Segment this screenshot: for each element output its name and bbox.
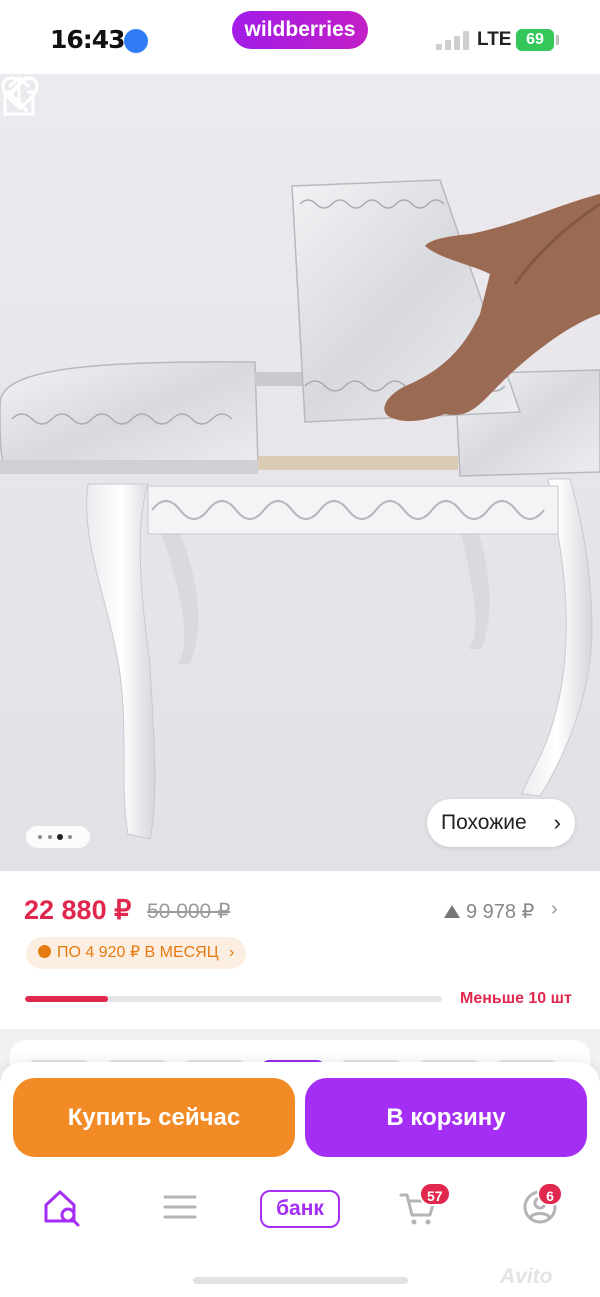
old-price: 50 000 ₽ — [147, 900, 231, 923]
battery-tip — [556, 35, 559, 45]
menu-icon — [163, 1195, 197, 1219]
add-to-cart-button[interactable]: В корзину — [305, 1078, 587, 1157]
price-history-link[interactable]: 9 978 ₽ — [444, 899, 534, 924]
share-icon[interactable] — [0, 74, 38, 118]
similar-button[interactable]: Похожие › — [427, 799, 575, 847]
battery-icon: 69 — [516, 29, 554, 51]
similar-label: Похожие — [441, 811, 527, 834]
installment-label: ПО 4 920 ₽ В МЕСЯЦ — [57, 944, 219, 961]
chevron-right-icon: › — [229, 944, 235, 961]
stock-label: Меньше 10 шт — [460, 990, 572, 1007]
price-card: 22 880 ₽ 50 000 ₽ 9 978 ₽ › ПО 4 920 ₽ В… — [0, 871, 600, 1029]
status-time: 16:43 — [50, 25, 126, 54]
location-icon — [124, 29, 148, 53]
buy-now-button[interactable]: Купить сейчас — [13, 1078, 295, 1157]
tab-bank[interactable]: банк — [260, 1190, 340, 1228]
cart-badge: 57 — [419, 1182, 451, 1206]
product-photo[interactable]: Похожие › — [0, 74, 600, 871]
network-type: LTE — [477, 29, 512, 50]
tab-home[interactable] — [42, 1187, 82, 1231]
table-illustration — [0, 179, 600, 840]
pie-chart-icon — [38, 945, 51, 958]
status-bar: 16:43 wildberries LTE 69 — [0, 0, 600, 74]
chevron-right-icon: › — [553, 810, 561, 835]
brand-pill: wildberries — [232, 11, 368, 49]
price-delta-value: 9 978 ₽ — [466, 901, 535, 923]
home-indicator — [193, 1277, 408, 1284]
bottom-action-bar: Купить сейчас В корзину банк 57 6 — [0, 1062, 600, 1297]
installment-badge[interactable]: ПО 4 920 ₽ В МЕСЯЦ › — [26, 937, 247, 969]
profile-badge: 6 — [537, 1182, 563, 1206]
triangle-up-icon — [444, 905, 460, 918]
watermark: Avito — [500, 1265, 553, 1288]
signal-icon — [436, 30, 470, 50]
stock-progress-fill — [25, 996, 109, 1002]
current-price: 22 880 ₽ — [24, 895, 132, 925]
chevron-right-icon[interactable]: › — [551, 898, 558, 921]
stock-progress — [25, 996, 442, 1002]
tab-catalog[interactable] — [163, 1187, 197, 1231]
home-search-icon — [44, 1190, 80, 1227]
gallery-indicator — [26, 826, 90, 848]
